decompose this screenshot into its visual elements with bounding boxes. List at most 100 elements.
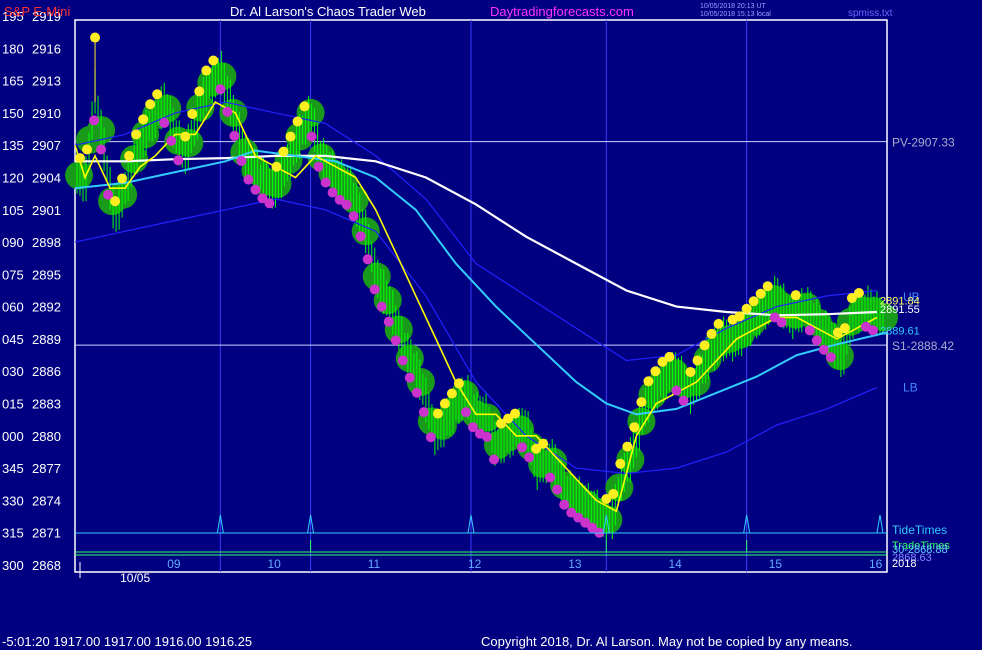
buy-dot (741, 303, 752, 314)
sell-dot (306, 131, 317, 142)
sell-dot (159, 117, 170, 128)
sell-dot (320, 177, 331, 188)
y-tick-price-9: 2895 (32, 267, 61, 282)
y-tick-angle-14: 150 (2, 106, 24, 121)
y-tick-price-7: 2889 (32, 332, 61, 347)
sell-dot (552, 484, 563, 495)
buy-dot (292, 116, 303, 127)
sell-dot (96, 144, 107, 155)
sell-dot (776, 317, 787, 328)
sell-dot (804, 325, 815, 336)
x-tick-11: 11 (368, 557, 381, 571)
y-tick-price-13: 2907 (32, 138, 61, 153)
buy-dot (271, 161, 282, 172)
y-tick-angle-11: 105 (2, 203, 24, 218)
x-tick-15: 15 (769, 557, 783, 571)
y-tick-angle-1: 315 (2, 526, 24, 541)
buy-dot (299, 101, 310, 112)
buy-dot (629, 422, 640, 433)
sell-dot (818, 344, 829, 355)
y-tick-price-14: 2910 (32, 106, 61, 121)
sell-dot (222, 106, 233, 117)
sell-dot (166, 135, 177, 146)
date-label: 10/05 (120, 571, 150, 585)
x-tick-10: 10 (267, 557, 281, 571)
sell-dot (460, 407, 471, 418)
buy-dot (762, 281, 773, 292)
x-tick-14: 14 (668, 557, 682, 571)
sell-dot (524, 452, 535, 463)
y-tick-price-8: 2892 (32, 300, 61, 315)
sell-dot (825, 352, 836, 363)
sell-dot (867, 325, 878, 336)
buy-dot (432, 408, 443, 419)
buy-dot (208, 55, 219, 66)
sell-dot (418, 407, 429, 418)
y-tick-angle-3: 345 (2, 461, 24, 476)
y-tick-price-10: 2898 (32, 235, 61, 250)
y-tick-angle-16: 180 (2, 41, 24, 56)
file-label: spmiss.txt (848, 8, 893, 19)
y-tick-angle-6: 030 (2, 364, 24, 379)
sell-dot (482, 431, 493, 442)
sell-dot (236, 155, 247, 166)
y-tick-angle-5: 015 (2, 397, 24, 412)
buy-dot (608, 488, 619, 499)
buy-dot (510, 408, 521, 419)
buy-dot (138, 114, 149, 125)
y-tick-price-1: 2871 (32, 526, 61, 541)
sell-dot (489, 454, 500, 465)
chart-title: Dr. Al Larson's Chaos Trader Web (230, 4, 426, 19)
symbol-label: S&P E-Mini (4, 4, 70, 19)
tide-label: TideTimes (892, 523, 947, 537)
buy-dot (692, 355, 703, 366)
buy-dot (650, 366, 661, 377)
buy-dot (201, 65, 212, 76)
sell-dot (671, 385, 682, 396)
sell-dot (517, 442, 528, 453)
y-tick-angle-10: 090 (2, 235, 24, 250)
y-tick-price-11: 2901 (32, 203, 61, 218)
end-value-slow: 2891.55 (880, 304, 920, 316)
y-tick-price-12: 2904 (32, 170, 61, 185)
buy-dot (75, 153, 86, 164)
sell-dot (264, 198, 275, 209)
y-tick-price-15: 2913 (32, 74, 61, 89)
buy-dot (117, 173, 128, 184)
sell-dot (229, 130, 240, 141)
sell-dot (545, 472, 556, 483)
y-tick-price-2: 2874 (32, 493, 61, 508)
buy-dot (538, 438, 549, 449)
y-tick-price-0: 2868 (32, 558, 61, 573)
year-label: 2018 (892, 558, 916, 570)
sell-dot (376, 301, 387, 312)
level-label-1: S1-2888.42 (892, 339, 954, 353)
buy-dot (713, 318, 724, 329)
buy-dot (615, 458, 626, 469)
sell-dot (250, 184, 261, 195)
lower-band-label: LB (903, 380, 918, 394)
price-chart: PV-2907.33S1-2888.42 TideTimesTradeTimes… (0, 0, 982, 650)
end-value-cyan: 2889.61 (880, 325, 920, 337)
buy-dot (453, 378, 464, 389)
buy-dot (194, 86, 205, 97)
buy-dot (755, 288, 766, 299)
level-label-0: PV-2907.33 (892, 136, 955, 150)
buy-dot (839, 323, 850, 334)
sell-dot (404, 372, 415, 383)
sell-dot (173, 155, 184, 166)
buy-dot (145, 99, 156, 110)
y-tick-angle-7: 045 (2, 332, 24, 347)
buy-dot (706, 328, 717, 339)
y-tick-angle-12: 120 (2, 170, 24, 185)
sell-dot (397, 355, 408, 366)
sell-dot (678, 395, 689, 406)
buy-dot (622, 441, 633, 452)
buy-dot (152, 89, 163, 100)
x-tick-12: 12 (468, 557, 482, 571)
sell-dot (425, 432, 436, 443)
buy-dot (790, 290, 801, 301)
buy-dot (110, 196, 121, 207)
sell-dot (355, 231, 366, 242)
buy-dot (124, 150, 135, 161)
